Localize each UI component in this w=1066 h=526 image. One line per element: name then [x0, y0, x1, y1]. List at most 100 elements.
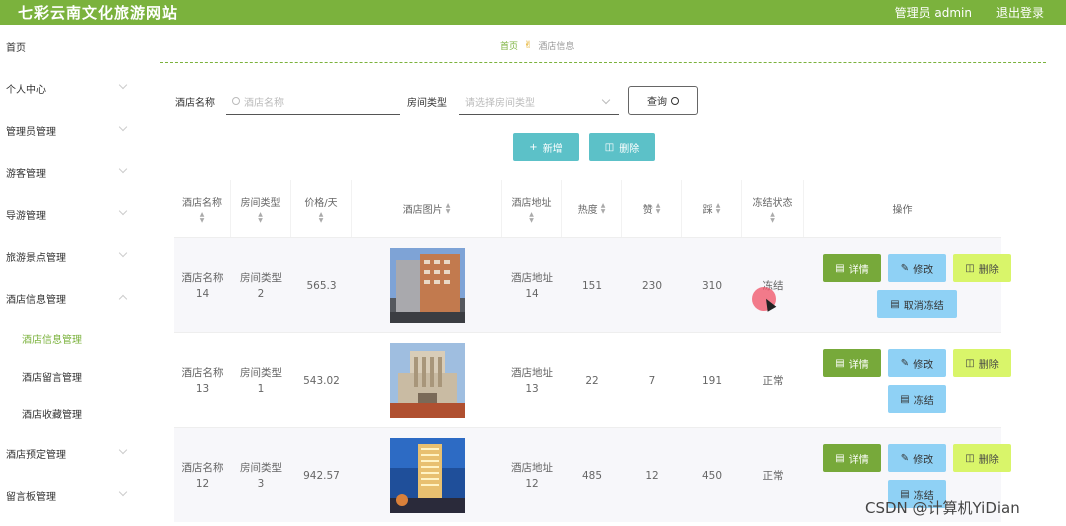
header-heat[interactable]: 热度 ▲ ▼ — [562, 180, 622, 237]
edit-button[interactable]: ✎ 修改 — [888, 349, 946, 377]
header-room-type[interactable]: 房间类型 ▲ ▼ — [231, 180, 291, 237]
divider — [160, 62, 1046, 63]
cell-freeze-status: 正常 — [762, 374, 784, 387]
cell-freeze-status: 冻结 — [762, 280, 784, 292]
header-freeze-status[interactable]: 冻结状态 ▲ ▼ — [742, 180, 804, 237]
search-icon — [671, 96, 679, 105]
submenu-hotel-info[interactable]: 酒店信息管理 — [0, 328, 140, 348]
trash-icon: ◫ — [965, 452, 975, 464]
chevron-down-icon — [118, 445, 128, 455]
submenu-hotel-favorites[interactable]: 酒店收藏管理 — [0, 403, 140, 423]
breadcrumb-home[interactable]: 首页 — [500, 39, 518, 52]
cell-address: 酒店地址 14 — [511, 271, 553, 300]
hotel-image[interactable] — [390, 248, 465, 323]
header-price[interactable]: 价格/天 ▲ ▼ — [291, 180, 352, 237]
hotel-name-input[interactable]: 酒店名称 — [226, 88, 400, 115]
cell-freeze-status: 正常 — [762, 469, 784, 482]
detail-button[interactable]: ▤ 详情 — [823, 349, 881, 377]
header-operations: 操作 — [804, 180, 1001, 237]
detail-button[interactable]: ▤ 详情 — [823, 444, 881, 472]
delete-label: 删除 — [978, 359, 999, 371]
edit-label: 修改 — [913, 359, 934, 371]
plus-icon: + — [529, 141, 538, 153]
document-icon: ▤ — [835, 357, 845, 369]
pencil-icon: ✎ — [900, 452, 910, 464]
header-label: 酒店名称 — [182, 197, 222, 209]
header-address[interactable]: 酒店地址 ▲ ▼ — [502, 180, 562, 237]
sort-icon[interactable]: ▲ ▼ — [446, 202, 451, 215]
sidebar-item-label: 酒店信息管理 — [6, 294, 66, 306]
sidebar-item-guides[interactable]: 导游管理 — [0, 204, 140, 224]
cell-room-type: 房间类型 3 — [240, 461, 282, 490]
sidebar-item-label: 留言板管理 — [6, 491, 56, 503]
submenu-hotel-messages[interactable]: 酒店留言管理 — [0, 366, 140, 386]
sidebar-item-admins[interactable]: 管理员管理 — [0, 120, 140, 140]
sidebar-item-hotel-info[interactable]: 酒店信息管理 — [0, 288, 140, 308]
header-label: 酒店图片 — [402, 205, 443, 216]
sort-icon[interactable]: ▲ ▼ — [258, 211, 263, 224]
sidebar-item-label: 导游管理 — [6, 210, 46, 222]
pencil-icon: ✎ — [900, 357, 910, 369]
hotel-name-placeholder: 酒店名称 — [244, 97, 284, 109]
delete-button[interactable]: ◫ 删除 — [953, 349, 1011, 377]
sort-icon[interactable]: ▲ ▼ — [529, 211, 534, 224]
sidebar-item-attractions[interactable]: 旅游景点管理 — [0, 246, 140, 266]
admin-user-label[interactable]: 管理员 admin — [895, 4, 972, 21]
sort-icon[interactable]: ▲ ▼ — [716, 202, 721, 215]
logout-link[interactable]: 退出登录 — [996, 4, 1044, 21]
sidebar-item-tourists[interactable]: 游客管理 — [0, 162, 140, 182]
sidebar-item-hotel-booking[interactable]: 酒店预定管理 — [0, 443, 140, 463]
cell-dislikes: 310 — [701, 279, 723, 292]
hotel-image[interactable] — [390, 343, 465, 418]
header-dislikes[interactable]: 踩 ▲ ▼ — [682, 180, 742, 237]
sidebar-item-profile[interactable]: 个人中心 — [0, 78, 140, 98]
header-hotel-name[interactable]: 酒店名称 ▲ ▼ — [174, 180, 231, 237]
edit-button[interactable]: ✎ 修改 — [888, 254, 946, 282]
hotel-name-label: 酒店名称 — [175, 98, 215, 109]
room-type-select[interactable]: 请选择房间类型 — [459, 88, 619, 115]
sidebar-item-home[interactable]: 首页 — [0, 36, 140, 56]
hotel-image[interactable] — [390, 438, 465, 513]
header-likes[interactable]: 赞 ▲ ▼ — [622, 180, 682, 237]
sort-icon[interactable]: ▲ ▼ — [770, 211, 775, 224]
detail-label: 详情 — [848, 454, 869, 466]
chevron-down-icon — [118, 122, 128, 132]
cell-heat: 22 — [585, 374, 599, 387]
pencil-icon: ✎ — [900, 262, 910, 274]
sidebar-item-label: 首页 — [6, 42, 26, 54]
sidebar-item-label: 旅游景点管理 — [6, 252, 66, 264]
document-icon: ▤ — [835, 452, 845, 464]
header-hotel-image[interactable]: 酒店图片 ▲ ▼ — [352, 180, 502, 237]
sort-icon[interactable]: ▲ ▼ — [319, 211, 324, 224]
header-label: 踩 — [702, 205, 713, 216]
unfreeze-button[interactable]: ▤ 取消冻结 — [877, 290, 957, 318]
sort-icon[interactable]: ▲ ▼ — [601, 202, 606, 215]
query-button[interactable]: 查询 — [628, 86, 698, 115]
cell-room-type: 房间类型 2 — [240, 271, 282, 300]
cell-hotel-name: 酒店名称 12 — [181, 461, 224, 490]
delete-label: 删除 — [978, 454, 999, 466]
edit-button[interactable]: ✎ 修改 — [888, 444, 946, 472]
sort-icon[interactable]: ▲ ▼ — [200, 211, 205, 224]
cell-likes: 7 — [648, 374, 656, 387]
sort-icon[interactable]: ▲ ▼ — [656, 202, 661, 215]
delete-button[interactable]: ◫ 删除 — [953, 444, 1011, 472]
cell-hotel-name: 酒店名称 14 — [181, 271, 224, 300]
site-title: 七彩云南文化旅游网站 — [18, 4, 179, 22]
detail-label: 详情 — [848, 359, 869, 371]
room-type-label: 房间类型 — [407, 98, 447, 109]
chevron-up-icon — [118, 294, 128, 304]
table-row: 酒店名称 13 房间类型 1 543.02 酒店地址 13 22 7 191 正… — [174, 332, 1011, 427]
cell-room-type: 房间类型 1 — [240, 366, 282, 395]
sidebar-item-message-board[interactable]: 留言板管理 — [0, 485, 140, 505]
cell-likes: 230 — [641, 279, 663, 292]
freeze-button[interactable]: ▤ 冻结 — [888, 385, 946, 413]
trash-icon: ◫ — [965, 357, 975, 369]
detail-button[interactable]: ▤ 详情 — [823, 254, 881, 282]
cell-dislikes: 450 — [701, 469, 723, 482]
edit-label: 修改 — [913, 454, 934, 466]
add-button[interactable]: + 新增 — [513, 133, 579, 161]
cell-price: 565.3 — [306, 279, 337, 292]
delete-button[interactable]: ◫ 删除 — [953, 254, 1011, 282]
batch-delete-button[interactable]: ◫ 删除 — [589, 133, 655, 161]
